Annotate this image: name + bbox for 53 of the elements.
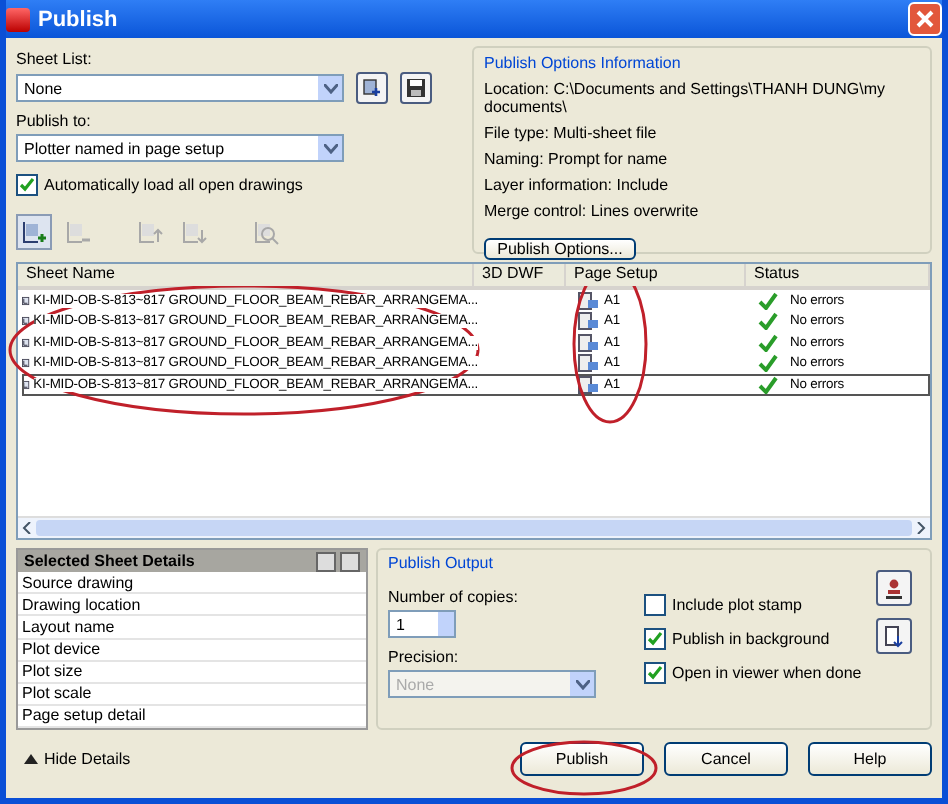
info-line: Layer information: Include (484, 176, 671, 194)
checkbox-label: Publish in background (672, 630, 830, 648)
dialog-button[interactable]: Help (808, 741, 932, 775)
detail-row: Plot size (18, 661, 366, 684)
copies-spinner[interactable]: 1 (388, 610, 456, 638)
dialog-button[interactable]: Cancel (664, 741, 788, 775)
sheet-list-label: Sheet List: (16, 48, 94, 68)
checkbox-label: Open in viewer when done (672, 664, 862, 682)
close-icon (916, 10, 934, 28)
panel-title: Selected Sheet Details (24, 552, 195, 571)
load-sheet-list-icon[interactable] (356, 72, 388, 104)
checkbox[interactable] (644, 628, 666, 650)
detail-row: Drawing location (18, 594, 366, 617)
page-setup-icon (578, 333, 600, 352)
copies-label: Number of copies: (388, 588, 520, 606)
save-icon[interactable] (400, 72, 432, 104)
group-title: Publish Output (388, 554, 495, 572)
checkbox[interactable] (16, 174, 38, 196)
sheet-list-dropdown[interactable]: None (16, 74, 344, 102)
checkbox-label: Include plot stamp (672, 596, 802, 614)
info-line: Merge control: Lines overwrite (484, 202, 701, 220)
toolbar-button[interactable] (16, 214, 52, 250)
document-icon[interactable] (876, 618, 912, 654)
checkbox[interactable] (644, 594, 666, 616)
page-setup-icon (578, 312, 600, 331)
publish-options-button[interactable]: Publish Options... (484, 238, 636, 260)
stamp-icon[interactable] (876, 570, 912, 606)
scroll-right-icon[interactable] (916, 522, 926, 534)
publish-to-label: Publish to: (16, 110, 93, 130)
scroll-left-icon[interactable] (22, 522, 32, 534)
close-button[interactable] (908, 2, 942, 36)
group-title: Publish Options Information (484, 54, 683, 72)
page-setup-icon (578, 375, 600, 394)
detail-row: Page setup detail (18, 705, 366, 728)
detail-row: Plot device (18, 639, 366, 662)
precision-label: Precision: (388, 648, 461, 666)
info-line: File type: Multi-sheet file (484, 124, 659, 142)
info-line: Naming: Prompt for name (484, 150, 670, 168)
detail-row: Source drawing (18, 572, 366, 595)
checkbox-label: Automatically load all open drawings (44, 176, 303, 194)
window-title: Publish (38, 7, 118, 31)
dialog-button[interactable]: Publish (520, 741, 644, 775)
publish-to-dropdown[interactable]: Plotter named in page setup (16, 134, 344, 162)
detail-row: Layout name (18, 616, 366, 640)
page-setup-icon (578, 354, 600, 373)
collapse-icon (24, 753, 38, 763)
detail-row: Plot scale (18, 683, 366, 706)
info-line: Location: C:\Documents and Settings\THANH DUNG\my documents\ (484, 80, 888, 116)
app-icon (6, 7, 30, 31)
horizontal-scrollbar[interactable] (18, 516, 930, 538)
page-setup-icon (578, 291, 600, 310)
checkbox[interactable] (644, 662, 666, 684)
hide-details-link[interactable]: Hide Details (16, 749, 131, 767)
